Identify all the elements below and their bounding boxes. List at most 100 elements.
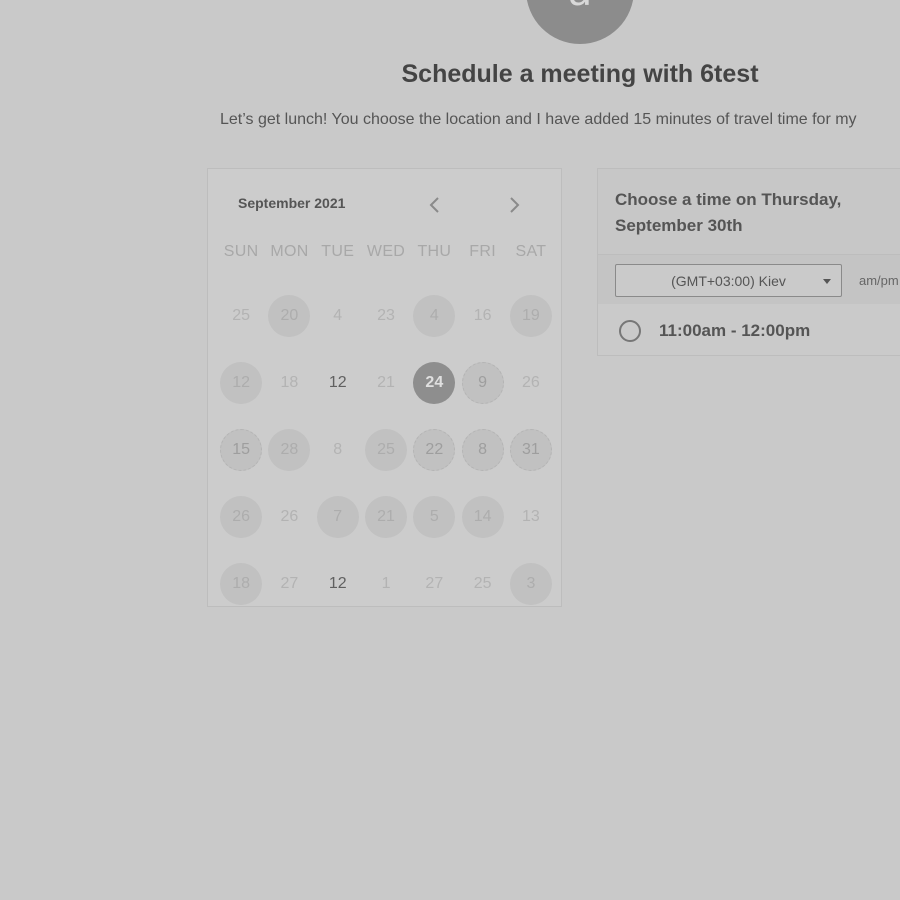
calendar-day-cell: 15	[217, 428, 265, 471]
timezone-value: (GMT+03:00) Kiev	[671, 272, 786, 289]
calendar-day-cell: 21	[362, 362, 410, 404]
calendar-day-cell: 25	[458, 563, 506, 605]
calendar-day[interactable]: 18	[220, 562, 263, 605]
weekday-label: SUN	[223, 243, 259, 260]
weekday-label: THU	[417, 243, 452, 260]
timezone-row: (GMT+03:00) Kiev am/pm	[598, 255, 900, 304]
weekday-label: FRI	[469, 243, 496, 260]
calendar-day[interactable]: 7	[316, 495, 359, 538]
host-avatar: a	[526, 0, 634, 44]
next-month-button[interactable]	[502, 193, 526, 217]
calendar-week-row: 25 20 4 23 4 16 19	[217, 282, 555, 349]
calendar-day-cell: 12	[314, 563, 362, 605]
calendar-day-cell: 25	[362, 428, 410, 471]
calendar-day: 23	[377, 306, 395, 324]
page-title: Schedule a meeting with 6test	[401, 60, 759, 88]
meeting-description: Let’s get lunch! You choose the location…	[220, 111, 857, 128]
calendar-day-cell: 19	[507, 294, 555, 337]
calendar-day: 21	[377, 373, 395, 391]
calendar-day-cell: 7	[314, 495, 362, 538]
calendar-day-cell: 28	[265, 428, 313, 471]
calendar-day: 26	[522, 373, 540, 391]
time-panel-header: Choose a time on Thursday, September 30t…	[598, 169, 900, 255]
calendar-month-label: September 2021	[238, 195, 346, 211]
calendar-day[interactable]: 25	[365, 428, 408, 471]
time-format-toggle[interactable]: am/pm	[859, 273, 899, 288]
calendar-day-cell: 13	[507, 496, 555, 538]
calendar-day[interactable]: 4	[413, 294, 456, 337]
calendar-day-cell: 18	[265, 362, 313, 404]
time-slot-panel: Choose a time on Thursday, September 30t…	[597, 168, 900, 356]
calendar-day-cell: 14	[458, 495, 506, 538]
calendar-day[interactable]: 12	[317, 563, 359, 605]
calendar-day-cell: 1	[362, 563, 410, 605]
weekday-label: TUE	[321, 243, 355, 260]
calendar-day[interactable]: 9	[461, 361, 504, 404]
calendar-day-cell: 8	[314, 429, 362, 471]
calendar-day-cell: 21	[362, 495, 410, 538]
timezone-select[interactable]: (GMT+03:00) Kiev	[615, 264, 842, 297]
calendar-day-cell: 12	[217, 361, 265, 404]
calendar-day-cell: 9	[458, 361, 506, 404]
calendar-day-cell: 23	[362, 295, 410, 337]
calendar-day[interactable]: 14	[461, 495, 504, 538]
calendar-day-cell: 27	[265, 563, 313, 605]
calendar-day: 4	[333, 306, 343, 324]
calendar-day[interactable]: 19	[509, 294, 552, 337]
calendar-day: 25	[232, 306, 251, 324]
calendar-day: 25	[473, 574, 492, 592]
calendar-day: 8	[333, 440, 343, 458]
scheduling-page: a Schedule a meeting with 6test Let’s ge…	[0, 0, 900, 900]
calendar-week-row: 26 26 7 21 5 14 13	[217, 483, 555, 550]
calendar-day-cell: 18	[217, 562, 265, 605]
calendar-day-cell: 4	[410, 294, 458, 337]
calendar-day: 16	[473, 306, 492, 324]
calendar-day-cell: 4	[314, 295, 362, 337]
calendar-day[interactable]: 15	[220, 428, 263, 471]
calendar-day[interactable]: 8	[461, 428, 504, 471]
calendar-day-cell: 5	[410, 495, 458, 538]
calendar-day-cell: 26	[507, 362, 555, 404]
calendar-week-row: 12 18 12 21 24 9 26	[217, 349, 555, 416]
calendar-day[interactable]: 21	[365, 495, 408, 538]
calendar-day-cell: 27	[410, 563, 458, 605]
calendar-day-cell: 26	[265, 496, 313, 538]
weekday-label: MON	[270, 243, 309, 260]
calendar-day-cell: 31	[507, 428, 555, 471]
calendar-day[interactable]: 3	[509, 562, 552, 605]
calendar-day[interactable]: 12	[317, 362, 359, 404]
calendar-day-selected[interactable]: 24	[413, 361, 456, 404]
calendar-day[interactable]: 12	[220, 361, 263, 404]
calendar-day-cell: 24	[410, 361, 458, 404]
calendar-day: 1	[381, 574, 391, 592]
calendar-day[interactable]: 26	[220, 495, 263, 538]
calendar-day-cell: 16	[458, 295, 506, 337]
calendar-day-cell: 20	[265, 294, 313, 337]
weekday-label: WED	[366, 243, 406, 260]
calendar-day-cell: 25	[217, 295, 265, 337]
prev-month-button[interactable]	[423, 193, 447, 217]
calendar-day-cell: 26	[217, 495, 265, 538]
date-picker-calendar: September 2021 SUN MON TUE WED THU FRI S…	[207, 168, 562, 607]
time-slot-label: 11:00am - 12:00pm	[659, 321, 811, 340]
time-panel-heading: Choose a time on Thursday, September 30t…	[615, 190, 842, 235]
radio-button-icon[interactable]	[619, 320, 641, 342]
calendar-day[interactable]: 22	[413, 428, 456, 471]
calendar-day[interactable]: 31	[509, 428, 552, 471]
chevron-right-icon	[510, 197, 520, 213]
calendar-day-cell: 12	[314, 362, 362, 404]
calendar-day-grid: 25 20 4 23 4 16 19 12 18 12 21 24 9 26 15 28 8 25 22 8 31 26 2…	[217, 282, 555, 617]
calendar-day[interactable]: 28	[268, 428, 311, 471]
weekday-label: SAT	[515, 243, 547, 260]
calendar-day: 27	[425, 574, 444, 592]
time-slot-option[interactable]: 11:00am - 12:00pm	[598, 312, 900, 350]
avatar-letter: a	[568, 0, 593, 44]
calendar-day: 26	[280, 507, 299, 525]
calendar-day-cell: 3	[507, 562, 555, 605]
calendar-day-cell: 8	[458, 428, 506, 471]
calendar-day[interactable]: 5	[413, 495, 456, 538]
calendar-week-row: 15 28 8 25 22 8 31	[217, 416, 555, 483]
calendar-day: 13	[522, 507, 540, 525]
calendar-day[interactable]: 20	[268, 294, 311, 337]
weekday-header: SUN MON TUE WED THU FRI SAT	[217, 243, 555, 261]
